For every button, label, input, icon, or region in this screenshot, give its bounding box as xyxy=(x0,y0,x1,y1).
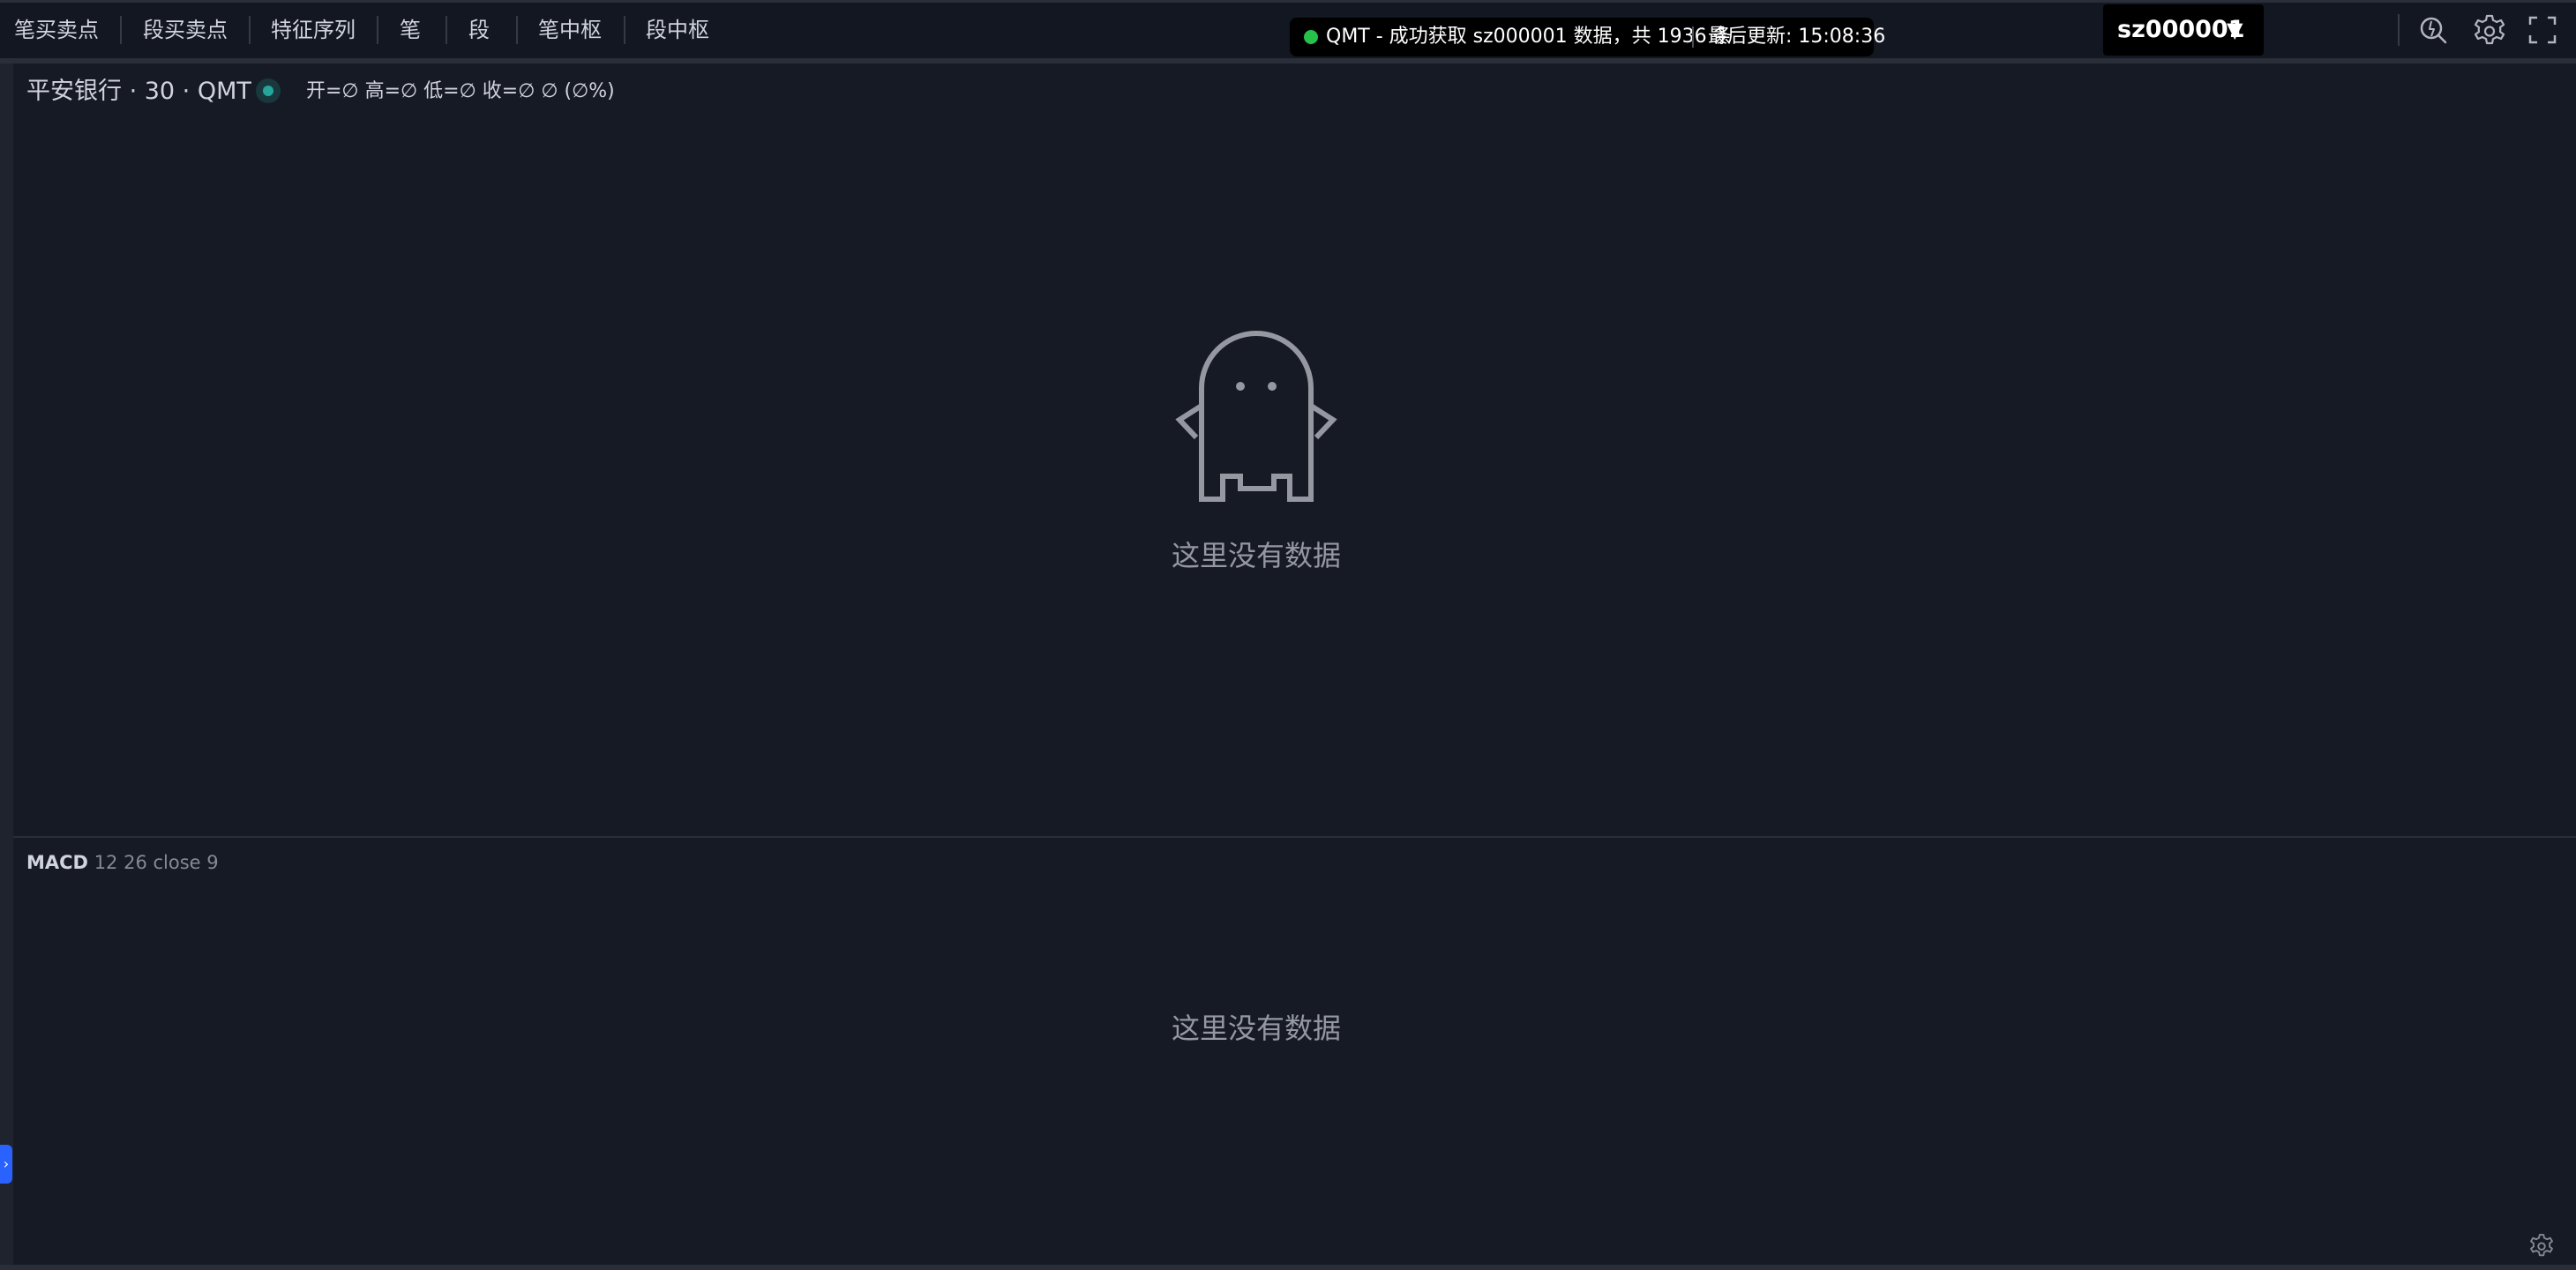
no-data-ghost-icon xyxy=(1175,331,1337,502)
chevron-down-icon[interactable]: ▼ xyxy=(2227,4,2243,56)
sidebar-toggle-button[interactable]: › xyxy=(0,1145,12,1184)
symbol-selector-value[interactable]: sz000001 xyxy=(2117,4,2245,56)
gear-icon[interactable] xyxy=(2472,12,2507,48)
toolbar-item-segment[interactable]: 段 xyxy=(468,3,490,58)
toolbar-divider xyxy=(516,16,518,44)
toolbar-divider xyxy=(377,16,378,44)
status-indicator-dot xyxy=(1304,30,1318,44)
toolbar-divider xyxy=(446,16,447,44)
symbol-legend-title: 平安银行 · 30 · QMT xyxy=(26,78,251,105)
macd-empty-message: 这里没有数据 xyxy=(1171,1012,1341,1045)
pane-settings-gear-icon[interactable] xyxy=(2528,1232,2555,1259)
toolbar-divider xyxy=(624,16,625,44)
macd-legend: MACD 12 26 close 9 xyxy=(26,848,219,877)
macd-indicator-params: 12 26 close 9 xyxy=(94,852,219,873)
left-rail xyxy=(0,64,13,1268)
bottom-border xyxy=(0,1265,2576,1270)
toolbar-divider xyxy=(249,16,251,44)
status-divider xyxy=(1692,26,1694,48)
fullscreen-icon[interactable] xyxy=(2525,12,2560,48)
macd-indicator-name: MACD xyxy=(26,852,88,873)
toolbar-divider xyxy=(2398,14,2400,46)
status-message: QMT - 成功获取 sz000001 数据，共 1936 条 xyxy=(1326,26,1733,48)
chart-app: 笔买卖点 段买卖点 特征序列 笔 段 笔中枢 段中枢 QMT - 成功获取 sz… xyxy=(0,0,2576,1270)
last-update-time: 最后更新: 15:08:36 xyxy=(1708,26,1886,48)
toolbar-divider xyxy=(120,16,122,44)
macd-pane[interactable] xyxy=(13,838,2576,1265)
toolbar-item-bi-signals[interactable]: 笔买卖点 xyxy=(14,3,99,58)
toolbar-item-feature-sequence[interactable]: 特征序列 xyxy=(271,3,356,58)
quick-search-icon[interactable] xyxy=(2415,12,2451,48)
ohlc-legend: 开=∅ 高=∅ 低=∅ 收=∅ ∅ (∅%) xyxy=(306,80,615,102)
toolbar-item-segment-pivot[interactable]: 段中枢 xyxy=(646,3,709,58)
live-indicator-dot xyxy=(263,86,273,96)
toolbar-item-bi-pivot[interactable]: 笔中枢 xyxy=(538,3,602,58)
toolbar-item-bi[interactable]: 笔 xyxy=(400,3,421,58)
toolbar-item-segment-signals[interactable]: 段买卖点 xyxy=(143,3,228,58)
price-empty-message: 这里没有数据 xyxy=(1171,539,1341,572)
